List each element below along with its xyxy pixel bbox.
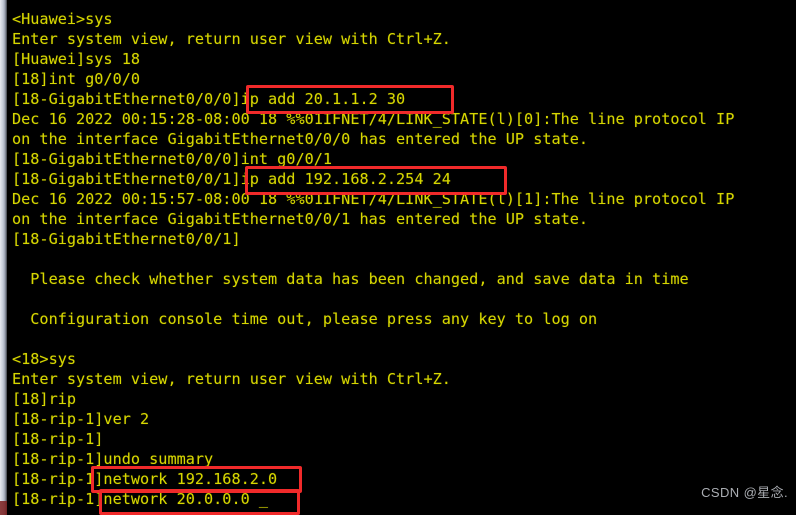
- console-line: [18-rip-1]undo summary: [12, 450, 214, 468]
- console-line: Enter system view, return user view with…: [12, 30, 451, 48]
- terminal-window: <Huawei>sys Enter system view, return use…: [0, 0, 796, 515]
- console-line: [18-rip-1]network 20.0.0.0 _: [12, 490, 269, 508]
- console-line: [18-GigabitEthernet0/0/0]ip add 20.1.1.2…: [12, 90, 406, 108]
- console-line: Enter system view, return user view with…: [12, 370, 451, 388]
- console-line: <Huawei>sys: [12, 10, 113, 28]
- console-line: on the interface GigabitEthernet0/0/1 ha…: [12, 210, 589, 228]
- console-line: [18-rip-1]network 192.168.2.0: [12, 470, 278, 488]
- console-line: [18]int g0/0/0: [12, 70, 141, 88]
- csdn-watermark: CSDN @星念.: [701, 485, 788, 500]
- console-line: Configuration console time out, please p…: [12, 310, 598, 328]
- console-line: Dec 16 2022 00:15:57-08:00 18 %%01IFNET/…: [12, 190, 735, 208]
- console-line: [18]rip: [12, 390, 77, 408]
- window-left-scrollbar[interactable]: [0, 0, 7, 515]
- console-line: [18-GigabitEthernet0/0/0]int g0/0/1: [12, 150, 333, 168]
- console-line: Dec 16 2022 00:15:28-08:00 18 %%01IFNET/…: [12, 110, 735, 128]
- console-line: [Huawei]sys 18: [12, 50, 141, 68]
- scrollbar-thumb[interactable]: [0, 501, 7, 515]
- console-line: [18-GigabitEthernet0/0/1]: [12, 230, 241, 248]
- console-line: [18-rip-1]ver 2: [12, 410, 150, 428]
- console-output-area[interactable]: <Huawei>sys Enter system view, return use…: [7, 0, 796, 515]
- console-line: on the interface GigabitEthernet0/0/0 ha…: [12, 130, 589, 148]
- console-line: <18>sys: [12, 350, 77, 368]
- console-line: [18-GigabitEthernet0/0/1]ip add 192.168.…: [12, 170, 451, 188]
- console-line: Please check whether system data has bee…: [12, 270, 689, 288]
- console-line: [18-rip-1]: [12, 430, 104, 448]
